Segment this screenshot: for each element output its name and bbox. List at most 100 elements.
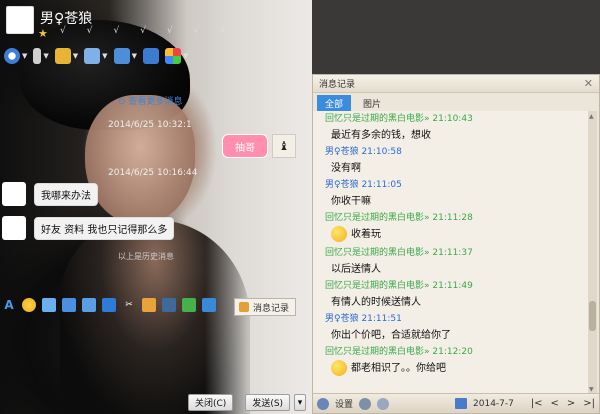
- send-options-button[interactable]: ▾: [294, 394, 307, 411]
- close-button[interactable]: 关闭(C): [188, 394, 234, 411]
- bottom-bar: 关闭(C) 发送(S) ▾: [188, 394, 307, 411]
- load-more-link[interactable]: ⊙ 查看更多消息: [118, 94, 182, 107]
- voice-call-button[interactable]: ▼: [33, 46, 49, 66]
- history-list: 回忆只是过期的黑白电影» 21:10:43 最近有多余的钱，想收 男♀苍狼 21…: [313, 111, 589, 395]
- entry-header: 男♀苍狼 21:10:58: [325, 147, 402, 157]
- date-label[interactable]: 2014-7-7: [473, 399, 514, 409]
- picture-icon[interactable]: [162, 298, 176, 312]
- prev-page-icon[interactable]: <: [550, 398, 558, 409]
- top-dark-strip: [312, 0, 600, 74]
- message-row: 我哪来办法: [2, 182, 98, 206]
- entry-text: 最近有多余的钱，想收: [331, 130, 431, 141]
- sticker-message[interactable]: 抽哥: [222, 134, 268, 158]
- entry-header: 回忆只是过期的黑白电影» 21:10:43: [325, 114, 473, 124]
- page-nav: |< < > >|: [531, 398, 595, 409]
- display-icon: [142, 48, 159, 64]
- list-item: 男♀苍狼 21:11:51 你出个价吧，合适就给你了: [313, 311, 589, 344]
- message-history-label: 消息记录: [253, 303, 290, 314]
- screenshot-icon[interactable]: [142, 298, 156, 312]
- message-row: 好友 资料 我也只记得那么多: [2, 216, 175, 240]
- history-footer: 设置 2014-7-7 |< < > >|: [313, 393, 599, 413]
- screen-share-button[interactable]: [142, 46, 159, 66]
- history-divider: 以上是历史消息: [118, 252, 174, 261]
- apps-grid-icon: [164, 48, 181, 64]
- history-title: 消息记录: [319, 80, 356, 90]
- tab-images[interactable]: 图片: [355, 95, 389, 111]
- grin-emoji-icon: [331, 360, 347, 376]
- emoji-icon[interactable]: [22, 298, 36, 312]
- timestamp: 2014/6/25 10:16:44: [108, 168, 198, 178]
- voice-message-icon[interactable]: [62, 298, 76, 312]
- list-item: 回忆只是过期的黑白电影» 21:11:37 以后送情人: [313, 245, 589, 278]
- top-toolbar: ▼ ▼ ▼ ▼ ▼ ▼: [4, 46, 188, 66]
- settings-icon[interactable]: [317, 397, 329, 410]
- history-icon: [239, 302, 249, 312]
- apps-button[interactable]: ▼: [164, 46, 188, 66]
- entry-header: 男♀苍狼 21:11:51: [325, 314, 402, 324]
- input-toolbar: A ✂: [2, 298, 216, 312]
- last-page-icon[interactable]: >|: [583, 398, 595, 409]
- history-scrollbar[interactable]: ▲ ▼: [588, 111, 597, 395]
- list-item: 回忆只是过期的黑白电影» 21:11:28 收着玩: [313, 210, 589, 245]
- entry-header: 回忆只是过期的黑白电影» 21:12:20: [325, 347, 473, 357]
- camera-icon: [4, 48, 20, 64]
- list-item: 回忆只是过期的黑白电影» 21:10:43 最近有多余的钱，想收: [313, 111, 589, 144]
- shake-icon[interactable]: [42, 298, 56, 312]
- next-page-icon[interactable]: >: [567, 398, 575, 409]
- load-more-label: 查看更多消息: [128, 97, 183, 107]
- calendar-icon[interactable]: [455, 398, 468, 409]
- gift-icon[interactable]: [102, 298, 116, 312]
- message-history-button[interactable]: 消息记录: [234, 298, 297, 316]
- video-call-button[interactable]: ▼: [4, 46, 27, 66]
- tab-all[interactable]: 全部: [317, 95, 352, 111]
- entry-header: 回忆只是过期的黑白电影» 21:11:49: [325, 281, 473, 291]
- chat-add-icon: [84, 48, 101, 64]
- remote-desktop-button[interactable]: ▼: [113, 46, 137, 66]
- close-icon[interactable]: ✕: [584, 77, 593, 90]
- entry-text: 以后送情人: [331, 264, 381, 275]
- contact-avatar[interactable]: [6, 6, 34, 34]
- entry-text: 你收干嘛: [331, 196, 371, 207]
- star-icon: ★: [38, 27, 48, 40]
- send-button[interactable]: 发送(S): [245, 394, 291, 411]
- add-chat-button[interactable]: ▼: [84, 46, 108, 66]
- timestamp: 2014/6/25 10:32:1: [108, 120, 192, 130]
- background-photo-face: [85, 95, 195, 225]
- chat-window: 男♀苍狼 ★ √√√√√√√√ ▼ ▼ ▼ ▼ ▼ ▼ ⊙ 查看更多消息 201…: [0, 0, 312, 414]
- image-icon[interactable]: [82, 298, 96, 312]
- message-bubble[interactable]: 我哪来办法: [34, 182, 98, 206]
- self-avatar[interactable]: ♝: [272, 134, 296, 158]
- search-icon[interactable]: [359, 397, 372, 410]
- entry-header: 回忆只是过期的黑白电影» 21:11:28: [325, 213, 473, 223]
- list-item: 男♀苍狼 21:11:05 你收干嘛: [313, 177, 589, 210]
- entry-text: 你出个价吧，合适就给你了: [331, 330, 451, 341]
- scroll-down-icon[interactable]: ▼: [589, 386, 594, 393]
- scissors-icon[interactable]: ✂: [122, 298, 136, 312]
- entry-text-label: 收着玩: [351, 229, 381, 240]
- font-icon[interactable]: A: [2, 298, 16, 312]
- entry-header: 回忆只是过期的黑白电影» 21:11:37: [325, 248, 473, 258]
- status-ticks: √√√√√√√√: [60, 26, 274, 36]
- scroll-thumb[interactable]: [589, 301, 596, 331]
- sender-avatar[interactable]: [2, 216, 26, 240]
- microphone-icon: [33, 48, 42, 64]
- settings-label[interactable]: 设置: [335, 397, 353, 410]
- sender-avatar[interactable]: [2, 182, 26, 206]
- list-item: 回忆只是过期的黑白电影» 21:12:20 都老相识了。。你给吧: [313, 344, 589, 379]
- entry-text: 没有啊: [331, 163, 361, 174]
- history-title-bar: 消息记录 ✕: [313, 75, 599, 93]
- message-bubble[interactable]: 好友 资料 我也只记得那么多: [34, 216, 175, 240]
- background-fade: [205, 0, 312, 414]
- music-icon[interactable]: [202, 298, 216, 312]
- export-icon[interactable]: [377, 397, 390, 410]
- red-packet-icon[interactable]: [182, 298, 196, 312]
- contact-name: 男♀苍狼: [40, 11, 93, 27]
- first-page-icon[interactable]: |<: [531, 398, 543, 409]
- entry-header: 男♀苍狼 21:11:05: [325, 180, 402, 190]
- scroll-up-icon[interactable]: ▲: [589, 113, 594, 120]
- list-item: 回忆只是过期的黑白电影» 21:11:49 有情人的时候送情人: [313, 278, 589, 311]
- monitor-icon: [113, 48, 130, 64]
- folder-icon: [54, 48, 71, 64]
- entry-text: 有情人的时候送情人: [331, 297, 421, 308]
- send-file-button[interactable]: ▼: [54, 46, 78, 66]
